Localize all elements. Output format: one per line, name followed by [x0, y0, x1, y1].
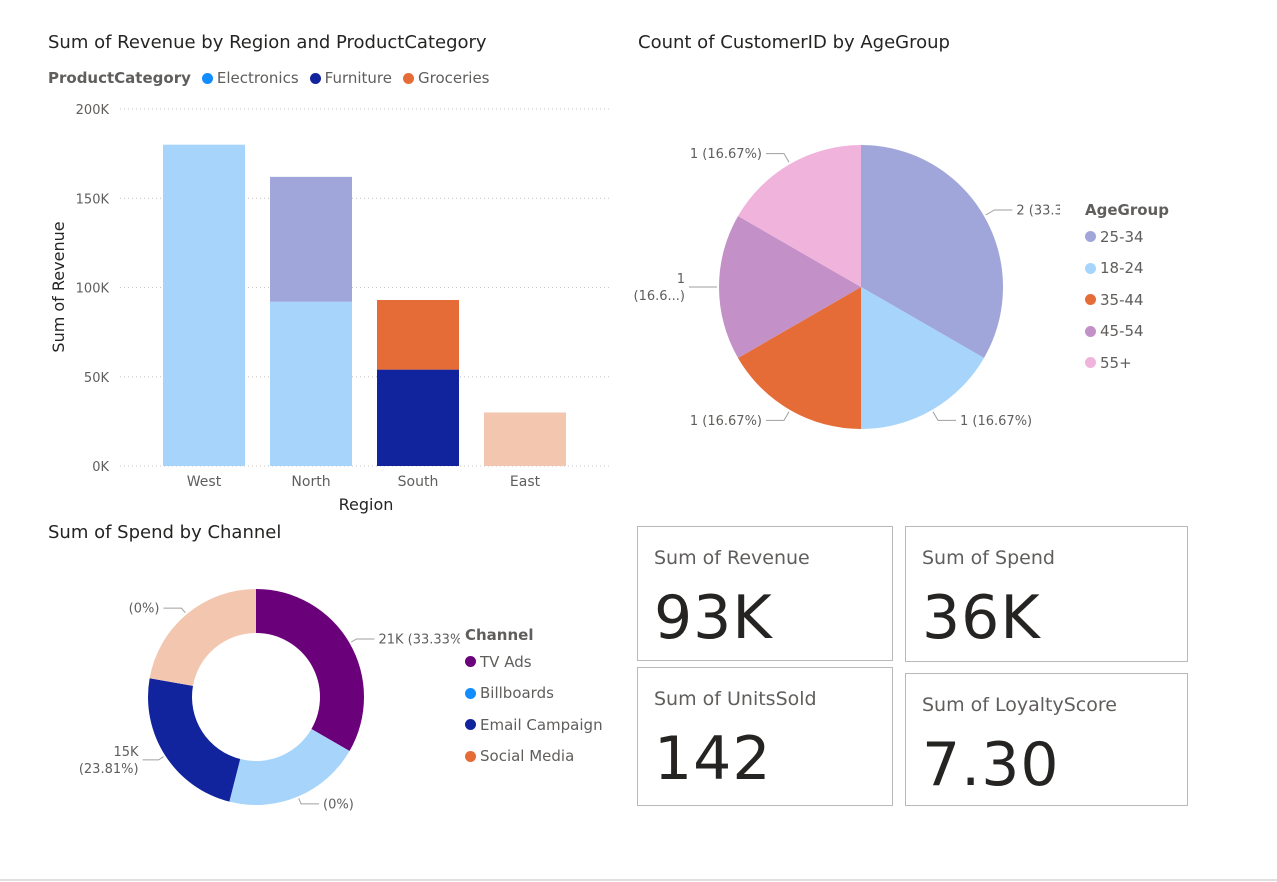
leader-line: [351, 638, 375, 643]
legend-dot-icon: [1085, 325, 1096, 337]
legend-dot-icon: [465, 656, 476, 668]
bar-chart: 0K 50K 100K 150K 200K West North South East Regio…: [49, 103, 610, 514]
y-axis-title: Sum of Revenue: [49, 221, 68, 352]
card-value: 7.30: [922, 730, 1060, 800]
y-tick-label: 200K: [76, 103, 110, 118]
x-tick-label: North: [291, 474, 330, 490]
data-label: 15K: [113, 745, 139, 760]
card-label: Sum of Revenue: [654, 547, 810, 569]
slice-email-campaign: [147, 678, 241, 802]
leader-line: [985, 209, 1013, 216]
card-sum-of-spend[interactable]: Sum of Spend 36K: [905, 526, 1188, 662]
slice-social-media: [149, 589, 256, 686]
slice-tv-ads: [256, 589, 364, 751]
data-label: 1: [677, 272, 685, 287]
legend-item-18-24[interactable]: 18-24: [1085, 253, 1169, 285]
legend-label: Email Campaign: [480, 715, 603, 734]
data-label: 1 (16.67%): [960, 414, 1032, 429]
legend-dot-icon: [465, 719, 476, 731]
bar-east: [484, 412, 566, 466]
data-label: 2 (33.33%): [1016, 204, 1060, 219]
leader-line: [163, 607, 186, 614]
pie-chart: 2 (33.33%) 1 (16.67%) 1 (16.67%) 1 (16.6...)…: [634, 145, 1060, 430]
legend-item-25-34[interactable]: 25-34: [1085, 221, 1169, 253]
donut-chart-title: Sum of Spend by Channel: [48, 522, 282, 543]
x-tick-label: West: [187, 474, 222, 490]
card-value: 36K: [922, 583, 1041, 653]
x-tick-label: South: [398, 474, 439, 490]
legend-label: 35-44: [1100, 290, 1144, 309]
pie-legend: AgeGroup 25-34 18-24 35-44 45-54 55+: [1085, 199, 1169, 379]
donut-chart: 21K (33.33%) (0%) 15K (23.81%) (0%): [79, 589, 460, 812]
data-label: (23.81%): [79, 762, 139, 777]
data-label: 1 (16.67%): [690, 414, 762, 429]
data-label: (16.6...): [634, 289, 686, 304]
x-axis-title: Region: [339, 495, 394, 514]
bar-north: [270, 176, 352, 302]
legend-label: 25-34: [1100, 227, 1144, 246]
card-label: Sum of LoyaltyScore: [922, 694, 1117, 716]
legend-item-tv-ads[interactable]: TV Ads: [465, 646, 603, 678]
leader-line: [298, 798, 320, 805]
bar-west: [163, 144, 245, 466]
bar-north: [270, 301, 352, 466]
leader-line: [766, 153, 790, 163]
data-label: (0%): [323, 797, 354, 812]
y-tick-label: 0K: [92, 460, 109, 475]
legend-dot-icon: [1085, 231, 1096, 243]
legend-label: 55+: [1100, 353, 1132, 372]
leader-line: [766, 411, 790, 421]
bar-south: [377, 369, 459, 466]
legend-dot-icon: [465, 687, 476, 699]
legend-item-55-plus[interactable]: 55+: [1085, 347, 1169, 379]
card-label: Sum of Spend: [922, 547, 1055, 569]
y-tick-label: 50K: [84, 371, 110, 386]
y-tick-label: 150K: [76, 192, 110, 207]
legend-item-social-media[interactable]: Social Media: [465, 741, 603, 773]
y-tick-label: 100K: [76, 282, 110, 297]
data-label: 1 (16.67%): [690, 147, 762, 162]
card-sum-of-revenue[interactable]: Sum of Revenue 93K: [637, 526, 893, 661]
card-sum-of-unitssold[interactable]: Sum of UnitsSold 142: [637, 667, 893, 806]
donut-legend: Channel TV Ads Billboards Email Campaign…: [465, 624, 603, 772]
card-label: Sum of UnitsSold: [654, 688, 817, 710]
card-value: 93K: [654, 583, 773, 653]
pie-chart-title: Count of CustomerID by AgeGroup: [638, 32, 950, 53]
legend-label: 18-24: [1100, 259, 1144, 278]
legend-dot-icon: [1085, 357, 1096, 369]
bar-south: [377, 299, 459, 370]
legend-dot-icon: [1085, 262, 1096, 274]
x-tick-label: East: [510, 474, 541, 490]
card-sum-of-loyaltyscore[interactable]: Sum of LoyaltyScore 7.30: [905, 673, 1188, 806]
legend-dot-icon: [465, 750, 476, 762]
legend-label: 45-54: [1100, 322, 1144, 341]
data-label: 21K (33.33%): [378, 633, 460, 648]
data-label: (0%): [129, 602, 160, 617]
legend-label: Social Media: [480, 747, 575, 766]
legend-item-billboards[interactable]: Billboards: [465, 678, 603, 710]
legend-dot-icon: [1085, 294, 1096, 306]
donut-legend-title: Channel: [465, 626, 534, 644]
legend-item-email-campaign[interactable]: Email Campaign: [465, 709, 603, 741]
legend-label: TV Ads: [480, 652, 532, 671]
legend-label: Billboards: [480, 684, 554, 703]
page-bottom-divider: [0, 879, 1277, 881]
legend-item-35-44[interactable]: 35-44: [1085, 284, 1169, 316]
legend-item-45-54[interactable]: 45-54: [1085, 316, 1169, 348]
leader-line: [932, 411, 956, 421]
leader-line: [142, 756, 164, 761]
card-value: 142: [654, 724, 772, 794]
pie-legend-title: AgeGroup: [1085, 201, 1169, 219]
